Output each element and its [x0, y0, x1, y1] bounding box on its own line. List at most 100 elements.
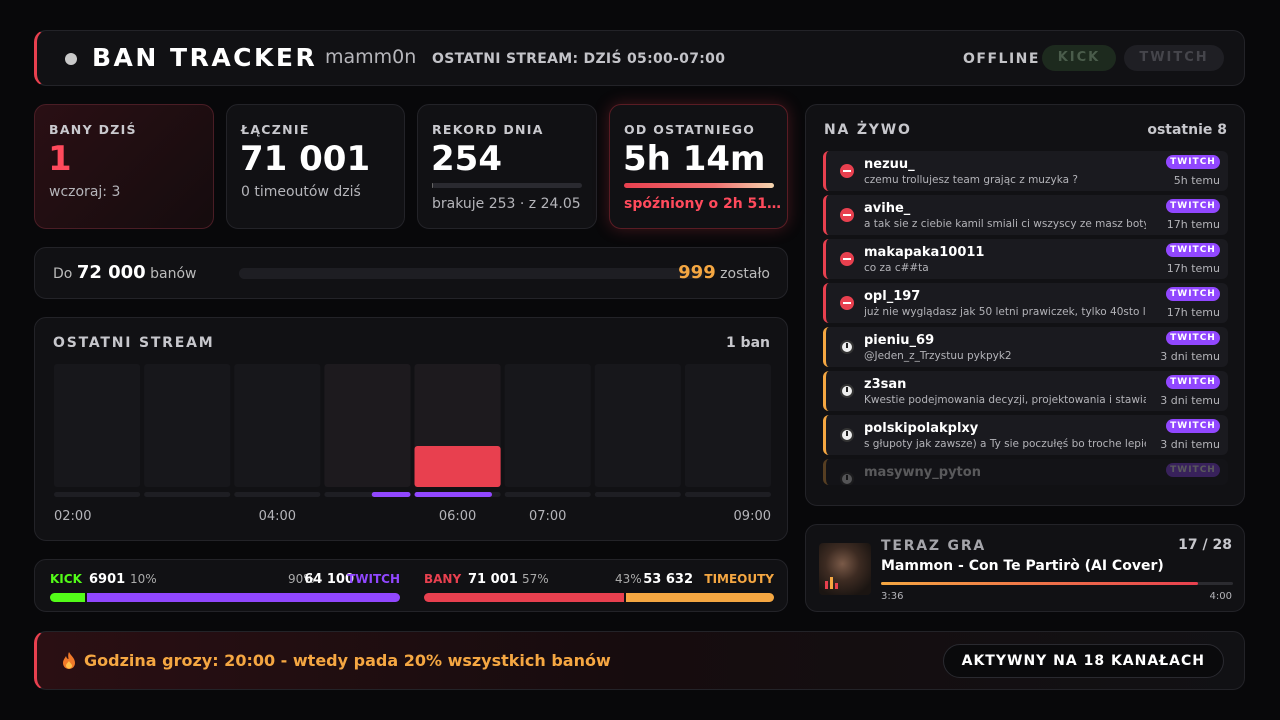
app-title: BAN TRACKER — [92, 43, 318, 72]
twitch-split-label: TWITCH — [347, 572, 400, 586]
live-item-time: 3 dni temu — [1160, 394, 1220, 407]
goal-progress-bar — [239, 268, 704, 279]
bans-split-fill — [424, 593, 624, 602]
live-item-time: 3 dni temu — [1160, 438, 1220, 451]
chart-tick-label: 09:00 — [734, 509, 771, 524]
live-item[interactable]: nezuu_ czemu trollujesz team grając z mu… — [823, 151, 1228, 191]
chart-slot — [594, 364, 681, 487]
live-item-message: już nie wyglądasz jak 50 letni prawiczek… — [864, 306, 1146, 318]
peak-hour-text: Godzina grozy: 20:00 - wtedy pada 20% ws… — [84, 651, 611, 670]
goal-remaining-suffix: zostało — [720, 266, 770, 282]
track-number: 17 / 28 — [1178, 537, 1232, 553]
now-playing-label: TERAZ GRA — [881, 538, 987, 554]
timer-icon — [840, 472, 854, 485]
ban-icon — [840, 296, 854, 310]
type-split-bar — [424, 593, 774, 602]
goal-text: Do 72 000 banów — [53, 262, 197, 283]
late-text: spóźniony o 2h 51… — [624, 196, 782, 212]
daily-record-missing-text: brakuje 253 · z 24.05 — [432, 196, 581, 212]
record-progress-fill — [432, 183, 433, 188]
twitch-badge: TWITCH — [1166, 243, 1220, 257]
live-item[interactable]: pieniu_69 @Jeden_z_Trzystuu pykpyk2 TWIT… — [823, 327, 1228, 367]
header-bar: BAN TRACKER mamm0n OSTATNI STREAM: DZIŚ … — [34, 30, 1245, 86]
platform-split-bar — [50, 593, 400, 602]
track-elapsed: 3:36 — [881, 591, 904, 602]
chart-slot — [54, 364, 141, 487]
bans-today-value: 1 — [48, 139, 72, 179]
live-item[interactable]: polskipolakplxy s głupoty jak zawsze) a … — [823, 415, 1228, 455]
live-item-user: pieniu_69 — [864, 333, 935, 348]
live-item-time: 17h temu — [1166, 218, 1220, 231]
record-progress-bar — [432, 183, 582, 188]
twitch-badge: TWITCH — [1166, 199, 1220, 213]
twitch-badge: TWITCH — [1166, 463, 1220, 477]
bans-split-pct: 57% — [522, 572, 549, 586]
chart-timeline-segment — [234, 492, 321, 497]
kick-platform-button[interactable]: KICK — [1042, 45, 1116, 71]
bans-yesterday-text: wczoraj: 3 — [49, 184, 121, 200]
stream-window-marker — [414, 492, 493, 497]
twitch-badge: TWITCH — [1166, 287, 1220, 301]
status-label: OFFLINE — [963, 51, 1040, 67]
live-feed-panel: NA ŻYWO ostatnie 8 nezuu_ czemu trolluje… — [805, 104, 1245, 506]
live-item-user: nezuu_ — [864, 157, 915, 172]
stream-chart: 02:00 04:00 06:00 07:00 09:00 — [54, 364, 771, 524]
live-item[interactable]: opl_197 już nie wyglądasz jak 50 letni p… — [823, 283, 1228, 323]
live-item-message: a tak sie z ciebie kamil smiali ci wszys… — [864, 218, 1146, 230]
goal-remaining: 999 zostało — [678, 262, 770, 283]
split-panel: KICK 6901 10% 90% 64 100 TWITCH BANY 71 … — [34, 559, 788, 612]
streamer-name: mamm0n — [325, 46, 417, 68]
live-item-user: makapaka10011 — [864, 245, 985, 260]
daily-record-value: 254 — [431, 139, 502, 179]
daily-record-card: REKORD DNIA 254 brakuje 253 · z 24.05 — [417, 104, 597, 229]
live-item-user: avihe_ — [864, 201, 911, 216]
twitch-badge: TWITCH — [1166, 419, 1220, 433]
chart-timeline-segment — [684, 492, 771, 497]
goal-progress-fill — [239, 268, 698, 279]
now-playing-panel: TERAZ GRA 17 / 28 Mammon - Con Te Partir… — [805, 524, 1245, 612]
live-feed-count: ostatnie 8 — [1147, 122, 1227, 138]
last-stream-chart-panel: 02:00 04:00 06:00 07:00 09:00 OSTATNI STREAM… — [34, 317, 788, 541]
live-item-time: 5h temu — [1173, 174, 1220, 187]
chart-timeline-segment — [144, 492, 231, 497]
platform-split: KICK 6901 10% 90% 64 100 TWITCH — [50, 572, 400, 602]
live-item[interactable]: z3san Kwestie podejmowania decyzji, proj… — [823, 371, 1228, 411]
stream-window-marker — [371, 492, 411, 497]
live-item-user: masywny_pyton — [864, 465, 981, 480]
chart-timeline-segment — [54, 492, 141, 497]
chart-slot — [234, 364, 321, 487]
kick-split-value: 6901 — [89, 572, 126, 587]
live-item-message: Kwestie podejmowania decyzji, projektowa… — [864, 394, 1146, 406]
live-feed-title: NA ŻYWO — [824, 122, 912, 138]
live-item[interactable]: avihe_ a tak sie z ciebie kamil smiali c… — [823, 195, 1228, 235]
live-item-message: czemu trollujesz team grając z muzyka ? — [864, 174, 1078, 186]
footer-bar: Godzina grozy: 20:00 - wtedy pada 20% ws… — [34, 631, 1245, 690]
since-last-card: OD OSTATNIEGO 5h 14m spóźniony o 2h 51… — [609, 104, 788, 229]
live-item[interactable]: masywny_pyton TWITCH — [823, 459, 1228, 485]
twitch-platform-button[interactable]: TWITCH — [1124, 45, 1224, 71]
live-item-user: opl_197 — [864, 289, 921, 304]
total-bans-value: 71 001 — [240, 139, 371, 179]
timer-icon — [840, 428, 854, 442]
timeouts-split-value: 53 632 — [643, 572, 693, 587]
chart-slot — [504, 364, 591, 487]
timer-icon — [840, 384, 854, 398]
goal-panel: Do 72 000 banów 999 zostało — [34, 247, 788, 299]
bans-split-value: 71 001 — [468, 572, 518, 587]
chart-tick-label: 04:00 — [259, 509, 296, 524]
track-progress-fill — [881, 582, 1198, 585]
chart-timeline-segment — [594, 492, 681, 497]
last-stream-info: OSTATNI STREAM: DZIŚ 05:00-07:00 — [432, 51, 726, 67]
track-progress-bar[interactable] — [881, 582, 1233, 585]
chart-bar — [414, 446, 501, 487]
twitch-split-value: 64 100 — [304, 572, 354, 587]
kick-split-fill — [50, 593, 85, 602]
status-dot-icon — [65, 53, 77, 65]
live-item[interactable]: makapaka10011 co za c##ta TWITCH 17h tem… — [823, 239, 1228, 279]
ban-icon — [840, 208, 854, 222]
active-channels-button[interactable]: AKTYWNY NA 18 KANAŁACH — [942, 644, 1224, 678]
live-item-time: 17h temu — [1166, 306, 1220, 319]
since-last-bar — [624, 183, 774, 188]
chart-tick-label: 06:00 — [439, 509, 476, 524]
since-last-value: 5h 14m — [623, 139, 766, 179]
